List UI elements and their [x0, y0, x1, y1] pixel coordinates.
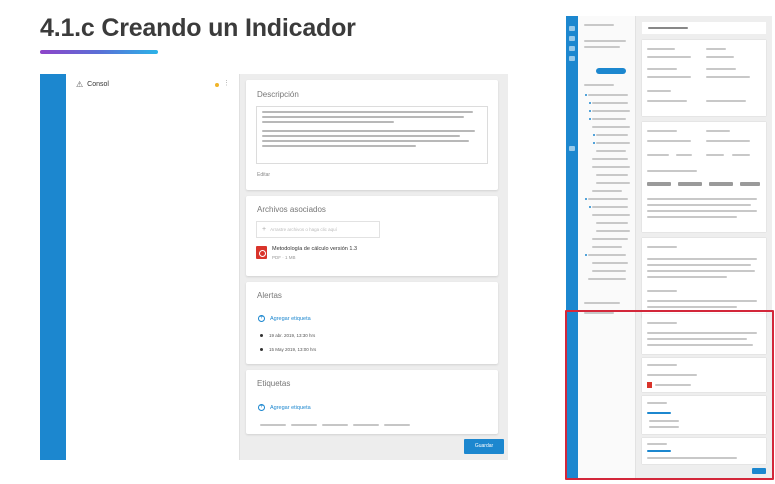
description-textarea[interactable] — [256, 106, 488, 164]
rail-icon — [569, 26, 575, 31]
rail-icon — [569, 146, 575, 151]
file-item[interactable]: Metodología de cálculo versión 1.3 PDF ·… — [256, 246, 357, 260]
alert-date: 19 abr. 2019, 13:30 hrs — [269, 333, 316, 338]
thumb-card — [642, 238, 766, 318]
plus-icon: + — [262, 226, 267, 233]
tag-chip[interactable] — [322, 424, 348, 426]
app-rail — [40, 74, 66, 460]
card-title: Alertas — [257, 291, 282, 300]
pdf-file-icon — [256, 246, 267, 259]
rail-icon — [569, 46, 575, 51]
sidebar-item-label: Consol — [87, 81, 109, 88]
file-meta: PDF · 1 MB — [272, 255, 296, 260]
file-name: Metodología de cálculo versión 1.3 — [272, 246, 357, 252]
file-dropzone[interactable]: + Arrastre archivos o haga clic aquí — [256, 221, 380, 238]
tags-card: Etiquetas + Agregar etiqueta — [246, 370, 498, 434]
sidebar-item-consol[interactable]: ⚠ Consol — [76, 80, 109, 89]
edit-link[interactable]: Editar — [257, 172, 270, 178]
rail-icon — [569, 56, 575, 61]
alerts-card: Alertas + Agregar etiqueta 19 abr. 2019,… — [246, 282, 498, 364]
tag-chip[interactable] — [260, 424, 286, 426]
card-title: Archivos asociados — [257, 205, 326, 214]
add-alert-label: Agregar etiqueta — [270, 315, 311, 322]
bullet-icon — [260, 334, 263, 337]
add-circle-icon: + — [258, 404, 265, 411]
save-button[interactable]: Guardar — [464, 439, 504, 454]
description-card: Descripción Editar — [246, 80, 498, 190]
thumb-header — [642, 22, 766, 34]
highlight-box — [565, 310, 774, 480]
alert-item[interactable]: 15 May 2019, 13:00 hrs — [260, 347, 316, 352]
files-card: Archivos asociados + Arrastre archivos o… — [246, 196, 498, 276]
alert-item[interactable]: 19 abr. 2019, 13:30 hrs — [260, 333, 315, 338]
thumb-card — [642, 40, 766, 116]
add-tag-button[interactable]: + Agregar etiqueta — [258, 404, 311, 411]
status-dot — [215, 83, 219, 87]
bullet-icon — [260, 348, 263, 351]
add-circle-icon: + — [258, 315, 265, 322]
card-title: Descripción — [257, 90, 299, 99]
enlarged-screenshot: ⚠ Consol ⋮ Descripción Editar Archivos a… — [40, 74, 508, 460]
slide-title: 4.1.c Creando un Indicador — [40, 14, 356, 42]
title-underline — [40, 50, 158, 54]
more-icon[interactable]: ⋮ — [223, 79, 230, 87]
tag-chip[interactable] — [353, 424, 379, 426]
card-title: Etiquetas — [257, 379, 291, 388]
rail-icon — [569, 36, 575, 41]
alert-date: 15 May 2019, 13:00 hrs — [269, 347, 317, 352]
thumb-card — [642, 122, 766, 232]
add-tag-label: Agregar etiqueta — [270, 404, 311, 411]
tags-list — [260, 424, 410, 426]
tag-chip[interactable] — [384, 424, 410, 426]
tag-chip[interactable] — [291, 424, 317, 426]
thumb-pill-button — [596, 68, 626, 74]
warning-icon: ⚠ — [76, 80, 84, 89]
slide: 4.1.c Creando un Indicador ⚠ Consol ⋮ De… — [0, 0, 775, 484]
sidebar: ⚠ Consol ⋮ — [66, 74, 240, 460]
dropzone-placeholder: Arrastre archivos o haga clic aquí — [270, 227, 337, 232]
add-alert-button[interactable]: + Agregar etiqueta — [258, 315, 311, 322]
